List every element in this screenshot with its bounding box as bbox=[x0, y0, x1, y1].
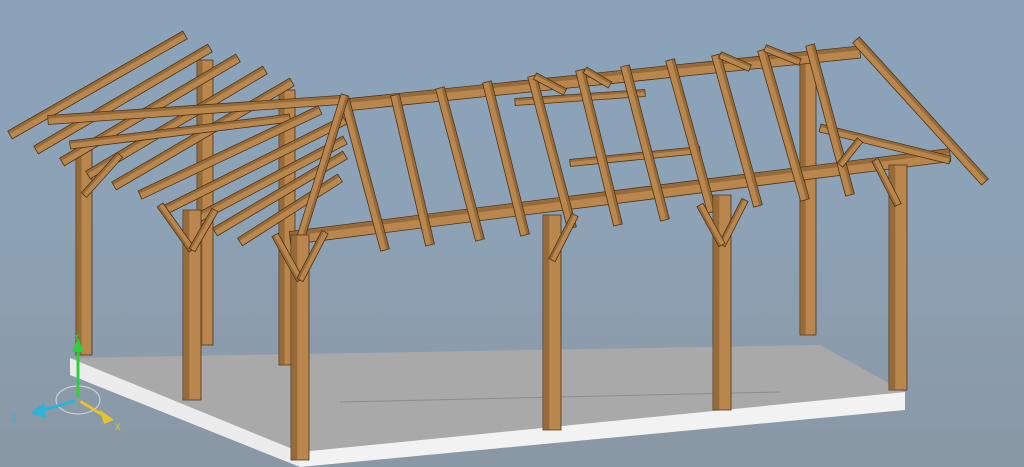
triad-origin bbox=[75, 397, 81, 403]
x-axis-label: X bbox=[115, 423, 121, 433]
y-axis-label: Y bbox=[74, 333, 80, 343]
z-axis-label: Z bbox=[11, 414, 17, 424]
z-axis-line bbox=[39, 398, 79, 413]
x-axis-arrow bbox=[100, 410, 114, 424]
z-axis-arrow bbox=[30, 403, 46, 418]
timber-frame-model[interactable]: Y X Z bbox=[0, 0, 1024, 467]
3d-viewport[interactable]: Y X Z bbox=[0, 0, 1024, 467]
